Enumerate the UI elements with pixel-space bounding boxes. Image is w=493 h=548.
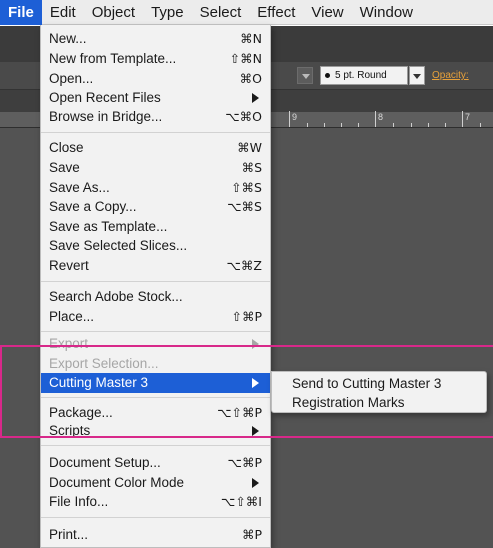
menu-item-save-as-template[interactable]: Save as Template... (41, 217, 270, 237)
menu-item-open[interactable]: Open... ⌘O (41, 69, 270, 89)
ruler-tick (341, 123, 342, 127)
ruler-tick (393, 123, 394, 127)
menu-item-document-setup[interactable]: Document Setup... ⌥⌘P (41, 453, 270, 473)
menu-item-cutting-master-3[interactable]: Cutting Master 3 (41, 373, 270, 393)
menu-separator (41, 397, 270, 398)
menu-item-export-selection[interactable]: Export Selection... (41, 354, 270, 374)
menu-separator (41, 517, 270, 518)
menu-item-save-a-copy[interactable]: Save a Copy... ⌥⌘S (41, 197, 270, 217)
menu-separator (41, 331, 270, 332)
menu-item-save[interactable]: Save ⌘S (41, 158, 270, 178)
file-menu: New... ⌘N New from Template... ⇧⌘N Open.… (40, 25, 271, 548)
chevron-down-icon[interactable] (297, 67, 313, 84)
menu-window[interactable]: Window (352, 0, 421, 25)
menu-file[interactable]: File (0, 0, 42, 25)
menu-item-close[interactable]: Close ⌘W (41, 138, 270, 158)
menu-view[interactable]: View (303, 0, 351, 25)
menu-item-save-selected-slices[interactable]: Save Selected Slices... (41, 236, 270, 256)
submenu-arrow-icon (252, 93, 259, 103)
ruler-tick (462, 111, 463, 127)
ruler-tick (411, 123, 412, 127)
submenu-arrow-icon (252, 339, 259, 349)
stroke-profile-select[interactable]: 5 pt. Round (320, 66, 408, 85)
cutting-master-submenu: Send to Cutting Master 3 Registration Ma… (271, 371, 487, 413)
highlight-annotation-bottom (0, 436, 493, 438)
menu-item-file-info[interactable]: File Info... ⌥⇧⌘I (41, 492, 270, 512)
menu-item-open-recent-files[interactable]: Open Recent Files (41, 88, 270, 108)
menu-item-revert[interactable]: Revert ⌥⌘Z (41, 256, 270, 276)
menu-select[interactable]: Select (192, 0, 250, 25)
menu-item-place[interactable]: Place... ⇧⌘P (41, 307, 270, 327)
menu-item-new-from-template[interactable]: New from Template... ⇧⌘N (41, 49, 270, 69)
menu-type[interactable]: Type (143, 0, 192, 25)
ruler-tick (445, 123, 446, 127)
menu-object[interactable]: Object (84, 0, 143, 25)
menu-separator (41, 281, 270, 282)
menu-item-save-as[interactable]: Save As... ⇧⌘S (41, 178, 270, 198)
ruler-number: 7 (465, 112, 471, 122)
stroke-profile-label: 5 pt. Round (335, 70, 387, 81)
menu-item-export[interactable]: Export (41, 334, 270, 354)
highlight-annotation-left (0, 345, 2, 438)
ruler-tick (375, 111, 376, 127)
menu-item-new[interactable]: New... ⌘N (41, 29, 270, 49)
submenu-item-send-to-cutting-master-3[interactable]: Send to Cutting Master 3 (272, 374, 486, 393)
ruler-tick (324, 123, 325, 127)
submenu-arrow-icon (252, 378, 259, 388)
submenu-arrow-icon (252, 478, 259, 488)
ruler-tick (307, 123, 308, 127)
brush-dot-icon (325, 72, 330, 78)
ruler-tick (289, 111, 290, 127)
menu-bar: File Edit Object Type Select Effect View… (0, 0, 493, 25)
menu-item-scripts[interactable]: Scripts (41, 421, 270, 441)
menu-item-document-color-mode[interactable]: Document Color Mode (41, 473, 270, 493)
menu-item-browse-in-bridge[interactable]: Browse in Bridge... ⌥⌘O (41, 107, 270, 127)
opacity-link[interactable]: Opacity: (432, 66, 469, 85)
menu-item-search-adobe-stock[interactable]: Search Adobe Stock... (41, 287, 270, 307)
menu-separator (41, 132, 270, 133)
ruler-tick (480, 123, 481, 127)
menu-item-package[interactable]: Package... ⌥⇧⌘P (41, 403, 270, 423)
menu-effect[interactable]: Effect (249, 0, 303, 25)
ruler-number: 8 (378, 112, 384, 122)
menu-separator (41, 445, 270, 446)
ruler-tick (428, 123, 429, 127)
submenu-item-registration-marks[interactable]: Registration Marks (272, 393, 486, 412)
submenu-arrow-icon (252, 426, 259, 436)
ruler-number: 9 (292, 112, 298, 122)
menu-edit[interactable]: Edit (42, 0, 84, 25)
menu-item-print[interactable]: Print... ⌘P (41, 525, 270, 545)
highlight-annotation-top (0, 345, 493, 347)
ruler-tick (358, 123, 359, 127)
stroke-profile-dropdown-button[interactable] (409, 66, 425, 85)
